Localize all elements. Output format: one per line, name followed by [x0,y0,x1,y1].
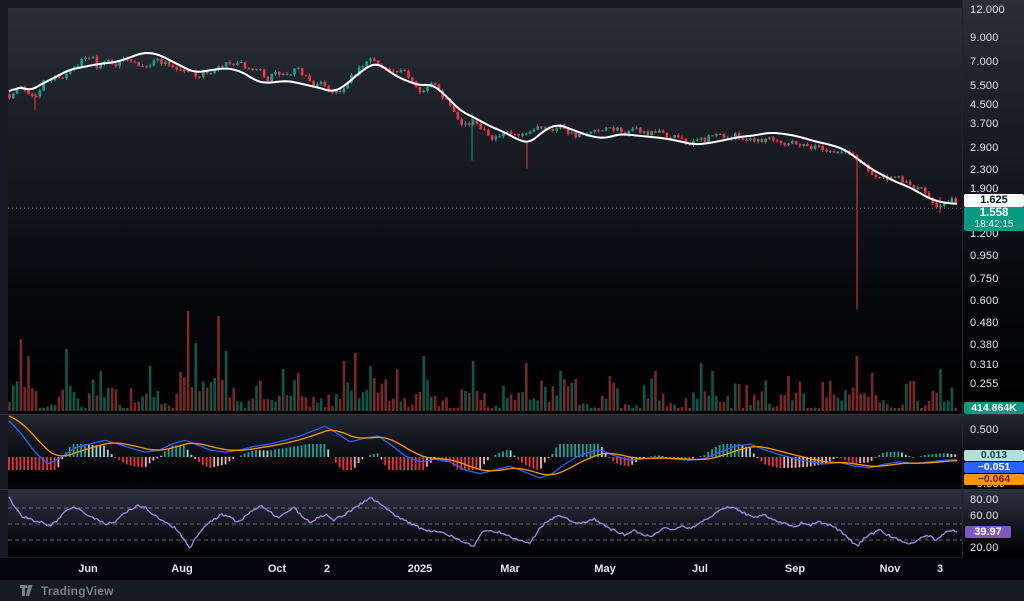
time-axis-label: 2 [323,563,331,575]
axis-tick-label: 0.750 [970,273,999,286]
axis-tick-label: 0.600 [970,294,999,307]
macd-line-tag: −0.051 [964,462,1024,473]
axis-tick-label: 2.900 [970,141,999,154]
axis-tick-label: 0.480 [970,316,999,329]
axis-tick-label: 3.700 [970,118,999,131]
tradingview-logo-text[interactable]: TradingView [41,584,114,598]
bottom-bar: TradingView [0,580,1024,601]
axis-tick-label: 60.00 [970,510,999,522]
axis-tick-label: 0.380 [970,339,999,352]
axis-tick-label: 9.000 [970,31,999,44]
axis-tick-label: 0.950 [970,250,999,263]
time-axis-label: Sep [784,563,806,575]
volume-value-tag: 414.864K [964,402,1024,414]
axis-tick-label: 0.255 [970,377,999,390]
rsi-layer [8,496,962,549]
time-axis-label: 3 [936,563,944,575]
time-axis-label: Nov [879,563,901,575]
axis-tick-label: 0.500 [970,424,999,436]
time-axis-label: May [594,563,616,575]
axis-tick-label: 80.00 [970,494,999,506]
last-price-tag: 1.558 18:42:15 [964,207,1024,232]
axis-tick-label: 0.310 [970,359,999,372]
axis-tick-label: 4.500 [970,99,999,112]
tradingview-chart-window: 12.000 9.000 7.000 5.500 4.500 3.700 2.900 2.30… [0,0,1024,601]
axis-tick-label: 5.500 [970,79,999,92]
ma-value-tag: 1.625 [964,194,1024,208]
tradingview-logo-icon[interactable] [20,585,35,596]
rsi-pane[interactable] [8,489,962,557]
price-axis[interactable]: 12.000 9.000 7.000 5.500 4.500 3.700 2.900 2.30… [962,0,1024,558]
candlestick-volume-layer [8,52,962,411]
time-axis-label: Oct [267,563,287,575]
axis-tick-label: 20.00 [970,542,999,554]
pane-separator[interactable] [0,414,1024,415]
axis-tick-label: 12.000 [970,4,1005,16]
macd-pane[interactable] [8,415,962,489]
pane-separator[interactable] [0,489,1024,490]
macd-signal-tag: −0.064 [964,474,1024,485]
price-pane[interactable] [8,8,962,414]
bar-countdown: 18:42:15 [974,219,1014,231]
axis-tick-label: 7.000 [970,56,999,69]
macd-layer [8,415,958,479]
axis-tick-label: 1.900 [970,182,999,195]
time-axis-label: Jun [78,563,98,575]
time-axis-label: Jul [692,563,708,575]
rsi-value-tag: 39.97 [965,526,1011,539]
time-axis-label: Mar [500,563,520,575]
time-axis-label: 2025 [407,563,433,575]
axis-tick-label: 2.300 [970,164,999,177]
macd-hist-tag: 0.013 [964,450,1024,461]
time-axis[interactable]: Jun Aug Oct 2 2025 Mar May Jul Sep Nov 3 [0,558,1024,580]
time-axis-label: Aug [171,563,193,575]
